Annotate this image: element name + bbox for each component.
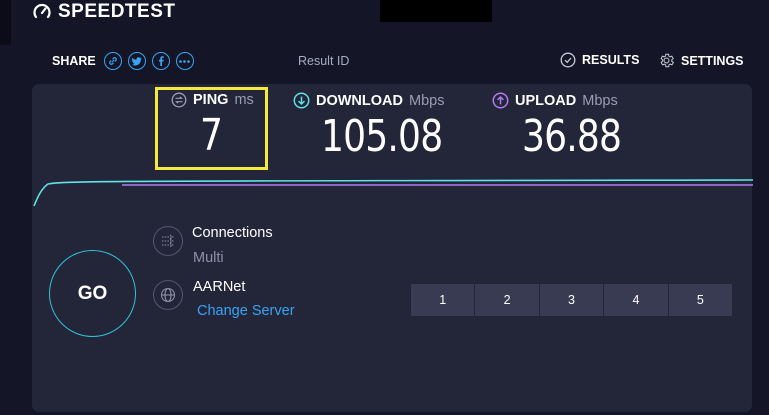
upload-metric: UPLOAD Mbps 36.88: [492, 92, 643, 159]
more-icon[interactable]: [175, 52, 194, 70]
connections-mode[interactable]: Multi: [193, 250, 224, 266]
settings-link[interactable]: SETTINGS: [658, 52, 744, 69]
ping-value: 7: [200, 110, 223, 161]
connection-count-2[interactable]: 2: [475, 284, 540, 316]
facebook-icon[interactable]: [151, 52, 170, 70]
share-label: SHARE: [52, 54, 96, 68]
download-speed-line: [33, 179, 753, 207]
upload-arrow-icon: [492, 92, 509, 109]
upload-label: UPLOAD: [515, 92, 577, 109]
result-id-label: Result ID: [298, 54, 350, 68]
download-metric: DOWNLOAD Mbps 105.08: [293, 92, 469, 159]
go-button[interactable]: GO: [49, 250, 136, 337]
gear-icon: [660, 53, 675, 68]
settings-label: SETTINGS: [681, 53, 744, 68]
check-circle-icon: [560, 52, 576, 68]
results-label: RESULTS: [582, 53, 640, 67]
upload-unit: Mbps: [582, 92, 618, 109]
connection-count-3[interactable]: 3: [539, 284, 605, 316]
upload-value: 36.88: [522, 111, 622, 162]
ping-label: PING: [193, 92, 229, 108]
connection-count-selector: 1 2 3 4 5: [411, 284, 733, 316]
ping-metric: PING ms 7: [171, 92, 254, 158]
connection-count-5[interactable]: 5: [668, 284, 733, 316]
gauge-icon: [33, 3, 51, 19]
connection-count-1[interactable]: 1: [411, 284, 476, 316]
download-unit: Mbps: [409, 92, 445, 109]
brand-name: SPEEDTEST: [58, 1, 176, 22]
results-link[interactable]: RESULTS: [560, 52, 639, 68]
speedtest-logo[interactable]: SPEEDTEST: [32, 1, 175, 23]
connections-title: Connections: [192, 225, 273, 241]
globe-icon: [153, 280, 183, 310]
link-icon[interactable]: [103, 52, 122, 70]
redacted-bar: [380, 0, 492, 22]
connections-icon: [153, 226, 183, 256]
download-value: 105.08: [321, 111, 443, 162]
go-label: GO: [77, 282, 108, 304]
share-bar: SHARE: [52, 50, 194, 72]
ping-unit: ms: [234, 92, 254, 108]
connection-count-4[interactable]: 4: [604, 284, 669, 316]
twitter-icon[interactable]: [127, 52, 146, 70]
ping-icon: [171, 92, 187, 108]
download-label: DOWNLOAD: [316, 92, 403, 109]
change-server-link[interactable]: Change Server: [197, 303, 295, 319]
window-edge: [0, 0, 11, 45]
download-arrow-icon: [293, 92, 310, 109]
speed-graph: [33, 179, 753, 207]
server-name: AARNet: [193, 279, 246, 295]
